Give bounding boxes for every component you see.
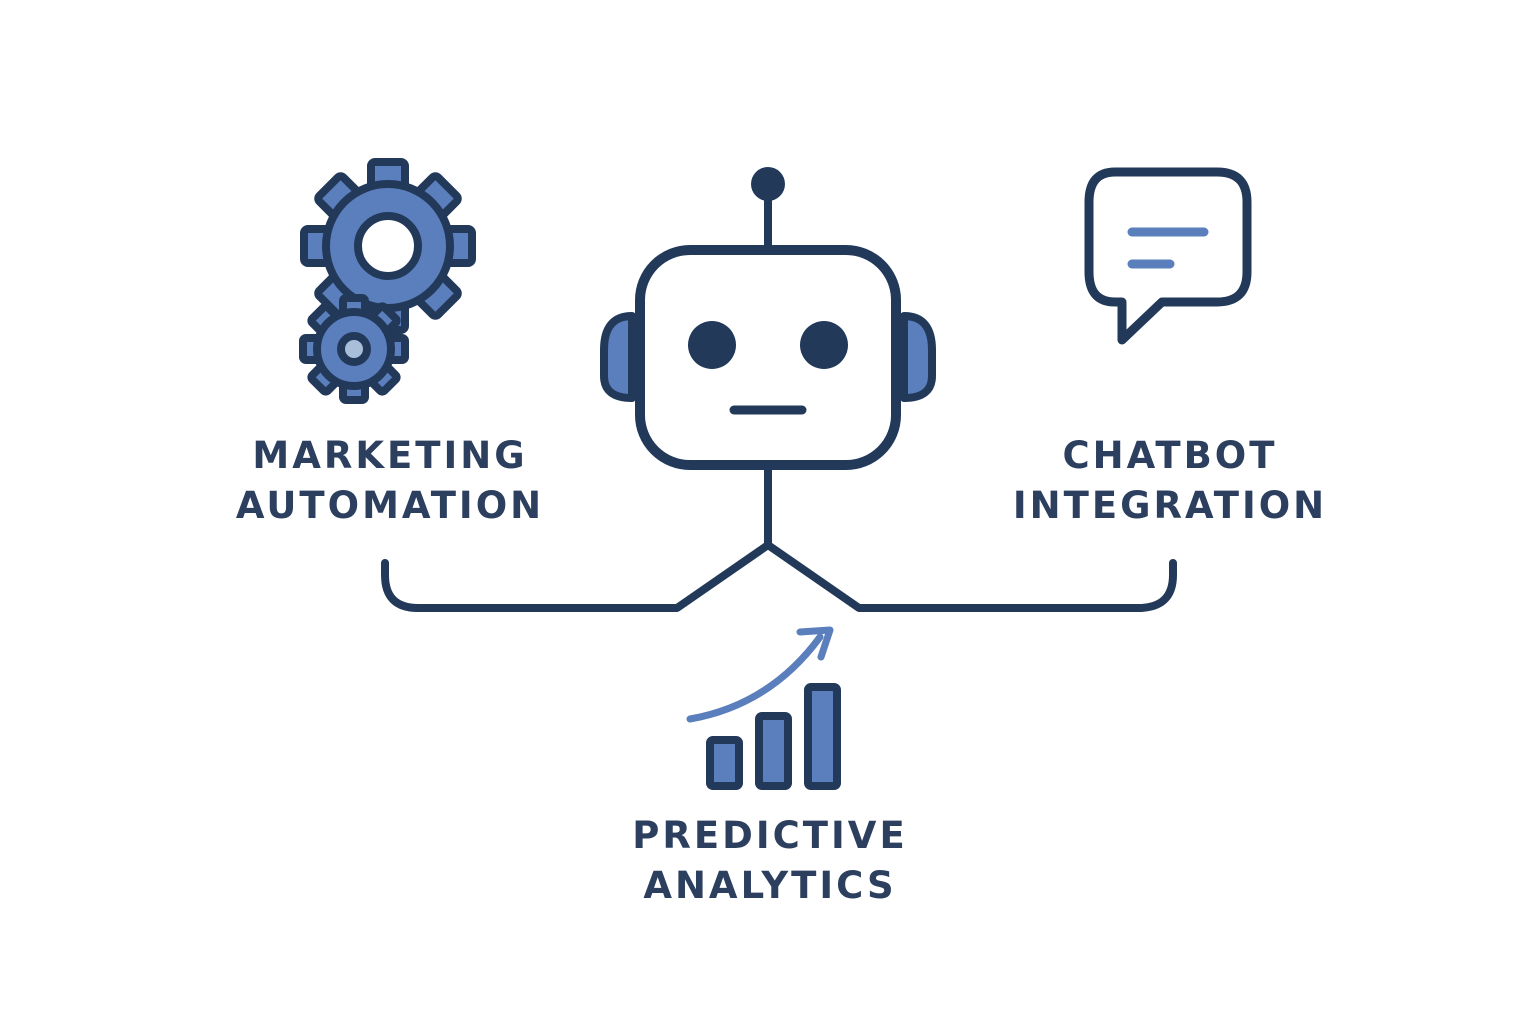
marketing-label-line2: AUTOMATION xyxy=(235,484,545,527)
bar-chart-growth-icon xyxy=(686,626,841,790)
marketing-label-line1: MARKETING xyxy=(252,434,528,477)
right-ear-icon xyxy=(900,312,936,402)
predictive-label-line2: ANALYTICS xyxy=(643,864,897,907)
branch-connector xyxy=(381,541,1177,612)
chatbot-label-line1: CHATBOT xyxy=(1062,434,1278,477)
robot-icon xyxy=(600,167,936,470)
chart-bar-medium-icon xyxy=(755,712,792,790)
chart-bar-large-icon xyxy=(804,683,841,790)
chat-bubble-icon xyxy=(1084,167,1252,345)
predictive-analytics-label: PREDICTIVE ANALYTICS xyxy=(600,811,940,911)
left-ear-icon xyxy=(600,312,636,402)
chart-bar-small-icon xyxy=(706,736,743,790)
chatbot-label-line2: INTEGRATION xyxy=(1012,484,1328,527)
gears-icon xyxy=(299,158,476,404)
predictive-label-line1: PREDICTIVE xyxy=(632,814,908,857)
marketing-automation-label: MARKETING AUTOMATION xyxy=(220,431,560,531)
chatbot-integration-label: CHATBOT INTEGRATION xyxy=(1000,431,1340,531)
